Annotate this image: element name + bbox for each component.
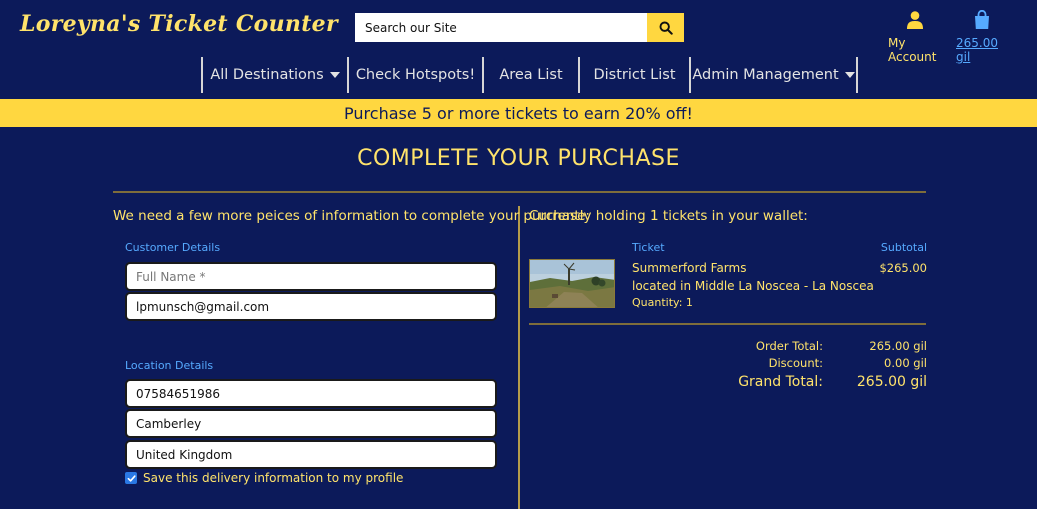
discount-label: Discount:	[768, 356, 823, 370]
grand-total-value: 265.00 gil	[856, 374, 927, 390]
country-field[interactable]	[125, 440, 497, 469]
order-total-label: Order Total:	[755, 339, 823, 353]
ticket-location: located in Middle La Noscea - La Noscea	[632, 279, 874, 293]
check-icon	[127, 474, 136, 482]
nav-check-hotspots[interactable]: Check Hotspots!	[349, 57, 484, 93]
ticket-quantity: Quantity: 1	[632, 296, 693, 309]
town-field[interactable]	[125, 409, 497, 438]
ticket-name: Summerford Farms	[632, 261, 747, 275]
search-button[interactable]	[647, 13, 684, 42]
order-total-value: 265.00 gil	[869, 339, 927, 353]
grand-total-label: Grand Total:	[738, 374, 823, 390]
nav-district-list-label: District List	[593, 67, 676, 83]
caret-down-icon	[844, 72, 855, 78]
nav-all-destinations-label: All Destinations	[210, 67, 324, 83]
shopping-bag-button[interactable]: 265.00 gil	[956, 9, 1008, 64]
subtotal-column-label: Subtotal	[880, 241, 927, 254]
user-icon	[907, 11, 923, 29]
ticket-column-label: Ticket	[632, 241, 665, 254]
bag-total-label: 265.00 gil	[956, 36, 998, 64]
save-info-label: Save this delivery information to my pro…	[143, 471, 404, 485]
promo-banner: Purchase 5 or more tickets to earn 20% o…	[0, 99, 1037, 127]
phone-number-field[interactable]	[125, 379, 497, 408]
location-details-label: Location Details	[125, 359, 214, 372]
save-info-row: Save this delivery information to my pro…	[125, 471, 403, 485]
ticket-subtotal: $265.00	[879, 261, 927, 275]
promo-text: Purchase 5 or more tickets to earn 20% o…	[344, 103, 693, 123]
full-name-field[interactable]	[125, 262, 497, 291]
ticket-thumbnail-image	[529, 259, 615, 308]
summary-divider	[529, 323, 926, 325]
shopping-bag-icon	[975, 10, 989, 29]
title-divider	[113, 191, 926, 193]
nav-admin-management-label: Admin Management	[692, 67, 839, 83]
nav-all-destinations[interactable]: All Destinations	[203, 57, 349, 93]
save-info-checkbox[interactable]	[125, 472, 137, 484]
nav-district-list[interactable]: District List	[580, 57, 691, 93]
search-input[interactable]	[355, 13, 647, 42]
site-logo-title[interactable]: Loreyna's Ticket Counter	[20, 11, 338, 37]
my-account-button[interactable]: My Account	[888, 9, 942, 64]
customer-details-label: Customer Details	[125, 241, 221, 254]
column-divider	[518, 206, 520, 509]
nav-check-hotspots-label: Check Hotspots!	[355, 67, 476, 83]
wallet-heading: Currently holding 1 tickets in your wall…	[529, 208, 808, 224]
nav-admin-management[interactable]: Admin Management	[691, 57, 858, 93]
caret-down-icon	[329, 72, 340, 78]
discount-value: 0.00 gil	[884, 356, 927, 370]
nav-area-list[interactable]: Area List	[484, 57, 580, 93]
nav-area-list-label: Area List	[499, 67, 563, 83]
email-field[interactable]	[125, 292, 497, 321]
form-heading: We need a few more peices of information…	[113, 208, 590, 224]
page-title: COMPLETE YOUR PURCHASE	[357, 146, 680, 171]
search-icon	[659, 21, 673, 35]
search-bar	[355, 13, 684, 42]
my-account-label: My Account	[888, 36, 937, 64]
main-navigation: All Destinations Check Hotspots! Area Li…	[201, 57, 858, 93]
